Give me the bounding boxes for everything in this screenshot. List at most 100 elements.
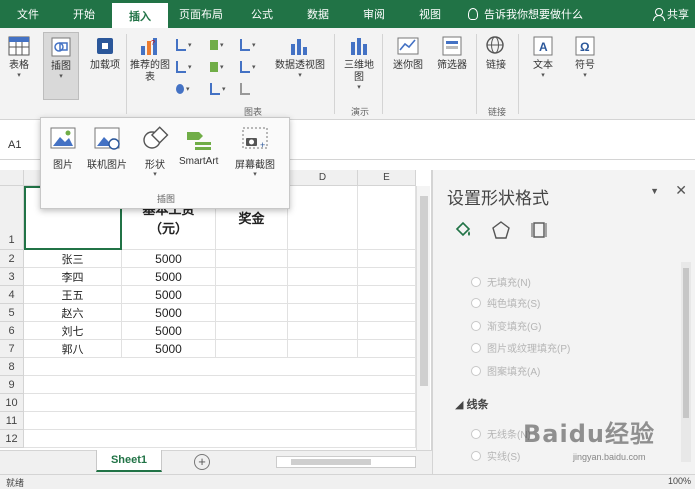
cell-b4[interactable]: 5000 <box>122 286 216 304</box>
cell-d3[interactable] <box>288 268 358 286</box>
solid-fill-option[interactable]: 纯色填充(S) <box>471 295 540 310</box>
radio-button[interactable] <box>471 428 481 439</box>
combo-chart-button[interactable]: ▾ <box>240 58 274 76</box>
3d-map-button[interactable]: 三维地图 ▾ <box>340 34 378 92</box>
symbols-button[interactable]: Ω 符号 ▾ <box>568 34 602 80</box>
row-header[interactable]: 5 <box>0 304 24 322</box>
cell-e6[interactable] <box>358 322 416 340</box>
empty-row[interactable] <box>24 394 416 412</box>
column-header-d[interactable]: D <box>288 170 358 186</box>
radio-button[interactable] <box>471 276 481 287</box>
tab-review[interactable]: 审阅 <box>346 0 402 28</box>
solid-line-option[interactable]: 实线(S) <box>471 448 520 463</box>
add-sheet-button[interactable]: + <box>194 454 210 470</box>
row-header[interactable]: 6 <box>0 322 24 340</box>
row-header[interactable]: 8 <box>0 358 24 376</box>
row-header[interactable]: 11 <box>0 412 24 430</box>
cell-c4[interactable] <box>216 286 288 304</box>
vertical-scrollbar[interactable] <box>416 186 430 450</box>
row-header[interactable]: 9 <box>0 376 24 394</box>
recommended-charts-button[interactable]: ? 推荐的图表 <box>130 34 170 84</box>
row-header[interactable]: 4 <box>0 286 24 304</box>
cell-d6[interactable] <box>288 322 358 340</box>
pivot-chart-button[interactable]: 数据透视图 ▾ <box>272 34 328 80</box>
radio-button[interactable] <box>471 450 481 461</box>
text-button[interactable]: A 文本 ▾ <box>526 34 560 80</box>
tell-me-search[interactable]: 告诉我你想要做什么 <box>468 0 583 28</box>
online-pictures-button[interactable]: 联机图片 <box>87 126 127 171</box>
row-header[interactable]: 3 <box>0 268 24 286</box>
cell-c5[interactable] <box>216 304 288 322</box>
illustrations-button[interactable]: 插图 ▾ <box>43 32 79 100</box>
pane-scrollbar[interactable] <box>681 262 691 462</box>
cell-d4[interactable] <box>288 286 358 304</box>
cell-e3[interactable] <box>358 268 416 286</box>
tables-button[interactable]: 表格 ▾ <box>4 34 34 80</box>
pattern-fill-option[interactable]: 图案填充(A) <box>471 363 540 378</box>
cell-a5[interactable]: 赵六 <box>24 304 122 322</box>
addins-button[interactable]: 加载项 <box>88 34 122 72</box>
share-button[interactable]: 共享 <box>653 0 695 28</box>
cell-b2[interactable]: 5000 <box>122 250 216 268</box>
cell-e5[interactable] <box>358 304 416 322</box>
empty-row[interactable] <box>24 376 416 394</box>
tab-formulas[interactable]: 公式 <box>234 0 290 28</box>
tab-page-layout[interactable]: 页面布局 <box>168 0 234 28</box>
empty-row[interactable] <box>24 358 416 376</box>
sparklines-button[interactable]: 迷你图 <box>388 34 428 72</box>
row-header[interactable]: 10 <box>0 394 24 412</box>
radio-button[interactable] <box>471 320 481 331</box>
cell-e4[interactable] <box>358 286 416 304</box>
name-box[interactable]: A1 <box>4 136 38 154</box>
tab-home[interactable]: 开始 <box>56 0 112 28</box>
row-header[interactable]: 7 <box>0 340 24 358</box>
size-properties-icon[interactable] <box>529 220 549 240</box>
surface-chart-button[interactable] <box>240 80 274 98</box>
row-header[interactable]: 12 <box>0 430 24 448</box>
cell-e2[interactable] <box>358 250 416 268</box>
tab-file[interactable]: 文件 <box>0 0 56 28</box>
column-header-e[interactable]: E <box>358 170 416 186</box>
cell-b3[interactable]: 5000 <box>122 268 216 286</box>
slicer-button[interactable]: 筛选器 <box>432 34 472 72</box>
tab-insert[interactable]: 插入 <box>112 3 168 28</box>
select-all-corner[interactable] <box>0 170 24 186</box>
cell-c3[interactable] <box>216 268 288 286</box>
cell-c7[interactable] <box>216 340 288 358</box>
cell-e1[interactable] <box>358 186 416 250</box>
picture-fill-option[interactable]: 图片或纹理填充(P) <box>471 340 570 355</box>
cell-a7[interactable]: 郭八 <box>24 340 122 358</box>
cell-e7[interactable] <box>358 340 416 358</box>
row-header[interactable]: 2 <box>0 250 24 268</box>
cell-d1[interactable] <box>288 186 358 250</box>
cell-b6[interactable]: 5000 <box>122 322 216 340</box>
no-line-option[interactable]: 无线条(N) <box>471 426 531 441</box>
pie-chart-button[interactable]: ▾ <box>176 80 210 98</box>
statistic-chart-button[interactable]: ▾ <box>210 58 244 76</box>
cell-a3[interactable]: 李四 <box>24 268 122 286</box>
scroll-thumb[interactable] <box>291 459 371 465</box>
line-section-header[interactable]: ◢ 线条 <box>455 396 489 412</box>
tab-data[interactable]: 数据 <box>290 0 346 28</box>
cell-c2[interactable] <box>216 250 288 268</box>
horizontal-scrollbar[interactable] <box>276 456 416 468</box>
sheet-tab[interactable]: Sheet1 <box>96 450 162 472</box>
link-button[interactable]: 链接 <box>480 34 512 72</box>
scatter-chart-button[interactable]: ▾ <box>210 80 244 98</box>
no-fill-option[interactable]: 无填充(N) <box>471 274 531 289</box>
bar-chart-button[interactable]: ▾ <box>210 36 244 54</box>
pane-options-chevron[interactable]: ▼ <box>650 186 659 196</box>
zoom-level[interactable]: 100% <box>668 476 691 486</box>
cell-d7[interactable] <box>288 340 358 358</box>
line-chart-button[interactable]: ▾ <box>176 58 210 76</box>
pentagon-effects-icon[interactable] <box>491 220 511 240</box>
scroll-thumb[interactable] <box>683 268 689 418</box>
radio-button[interactable] <box>471 365 481 376</box>
cell-b5[interactable]: 5000 <box>122 304 216 322</box>
cell-a6[interactable]: 刘七 <box>24 322 122 340</box>
radio-button[interactable] <box>471 342 481 353</box>
hierarchy-chart-button[interactable]: ▾ <box>240 36 274 54</box>
shapes-button[interactable]: 形状 ▾ <box>141 126 169 179</box>
empty-row[interactable] <box>24 412 416 430</box>
gradient-fill-option[interactable]: 渐变填充(G) <box>471 318 541 333</box>
